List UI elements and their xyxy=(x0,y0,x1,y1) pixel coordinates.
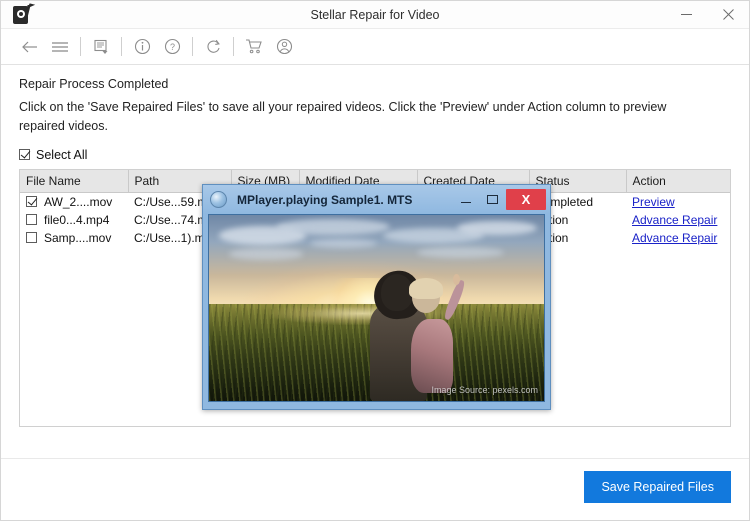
file-name-text: AW_2....mov xyxy=(44,194,113,209)
menu-icon xyxy=(52,41,68,52)
title-bar: Stellar Repair for Video xyxy=(1,1,749,29)
file-name-text: Samp....mov xyxy=(44,230,112,245)
back-button[interactable] xyxy=(15,33,45,61)
cell-file-name: Samp....mov xyxy=(20,229,128,247)
mplayer-title-bar[interactable]: MPlayer.playing Sample1. MTS X xyxy=(203,185,550,214)
cell-action: Advance Repair xyxy=(626,211,730,229)
save-repaired-files-button[interactable]: Save Repaired Files xyxy=(584,471,731,503)
select-all-label: Select All xyxy=(36,147,88,162)
info-button[interactable] xyxy=(127,33,157,61)
mplayer-dialog[interactable]: MPlayer.playing Sample1. MTS X Image Sou… xyxy=(202,184,551,410)
row-checkbox[interactable] xyxy=(26,214,37,226)
application-window: Stellar Repair for Video ? Repair Proces… xyxy=(0,0,750,521)
advance-repair-link[interactable]: Advance Repair xyxy=(632,213,717,227)
help-button[interactable]: ? xyxy=(157,33,187,61)
toolbar-separator xyxy=(233,37,234,56)
minimize-icon xyxy=(680,14,692,15)
cell-action: Advance Repair xyxy=(626,229,730,247)
footer-bar: Save Repaired Files xyxy=(1,458,749,520)
menu-button[interactable] xyxy=(45,33,75,61)
advance-repair-link[interactable]: Advance Repair xyxy=(632,231,717,245)
video-frame-image xyxy=(209,215,544,401)
cart-button[interactable] xyxy=(239,33,269,61)
column-header-file-name[interactable]: File Name xyxy=(20,169,129,193)
mplayer-title: MPlayer.playing Sample1. MTS xyxy=(237,192,413,207)
mplayer-minimize-button[interactable] xyxy=(452,185,479,214)
back-icon xyxy=(21,41,37,52)
mplayer-window-controls: X xyxy=(452,185,550,214)
toolbar-separator xyxy=(121,37,122,56)
refresh-icon xyxy=(206,39,220,53)
window-title: Stellar Repair for Video xyxy=(310,7,440,22)
account-icon xyxy=(276,38,292,55)
video-repair-logo-icon xyxy=(13,4,37,25)
close-icon xyxy=(722,9,734,20)
image-source-watermark: Image Source: pexels.com xyxy=(431,385,538,395)
page-title: Repair Process Completed xyxy=(19,77,169,91)
mplayer-video-area[interactable]: Image Source: pexels.com xyxy=(208,214,545,402)
cart-icon xyxy=(246,39,262,54)
mplayer-maximize-button[interactable] xyxy=(479,185,506,214)
toolbar-separator xyxy=(192,37,193,56)
cell-action: Preview xyxy=(626,192,730,211)
register-button[interactable] xyxy=(86,33,116,61)
cell-file-name: AW_2....mov xyxy=(20,192,128,211)
refresh-button[interactable] xyxy=(198,33,228,61)
cell-file-name: file0...4.mp4 xyxy=(20,211,128,229)
row-checkbox[interactable] xyxy=(26,232,37,244)
mplayer-close-button[interactable]: X xyxy=(506,189,546,210)
window-controls xyxy=(665,1,749,28)
svg-text:?: ? xyxy=(169,42,174,52)
toolbar-separator xyxy=(80,37,81,56)
info-icon xyxy=(134,38,150,55)
help-icon: ? xyxy=(164,38,180,55)
account-button[interactable] xyxy=(269,33,299,61)
toolbar: ? xyxy=(1,29,749,65)
select-all-checkbox[interactable] xyxy=(19,149,30,161)
close-button[interactable] xyxy=(707,1,749,28)
select-all-row[interactable]: Select All xyxy=(19,148,731,162)
maximize-icon xyxy=(487,195,498,204)
file-name-text: file0...4.mp4 xyxy=(44,212,110,227)
page-description: Click on the 'Save Repaired Files' to sa… xyxy=(19,100,667,134)
column-header-action[interactable]: Action xyxy=(626,169,730,193)
row-checkbox[interactable] xyxy=(26,196,37,208)
minimize-button[interactable] xyxy=(665,1,707,28)
mplayer-icon xyxy=(210,191,227,208)
preview-link[interactable]: Preview xyxy=(632,195,675,209)
minimize-icon xyxy=(460,201,471,204)
register-icon xyxy=(94,39,108,54)
